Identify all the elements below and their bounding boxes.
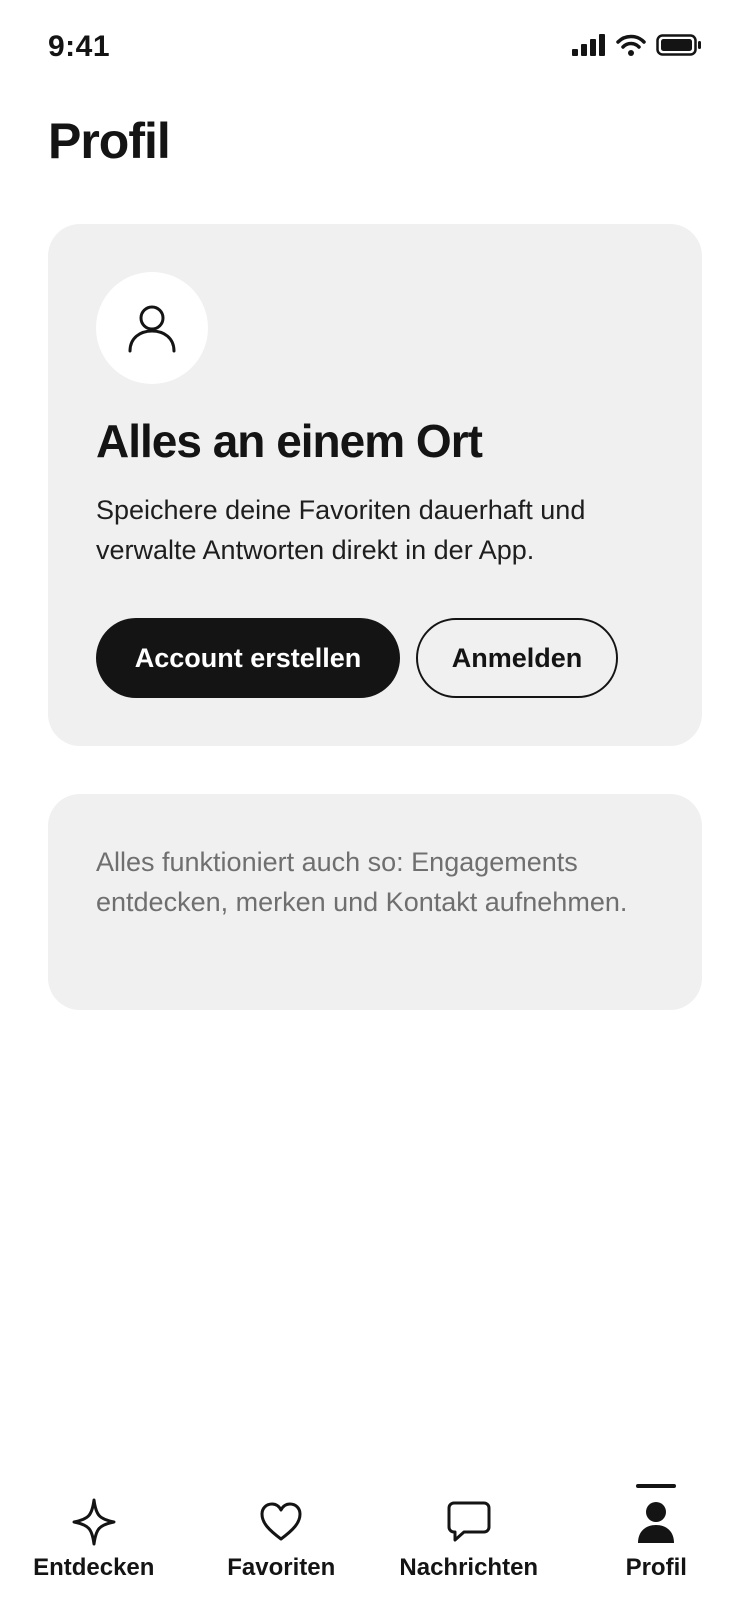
tab-nachrichten[interactable]: Nachrichten	[375, 1470, 563, 1624]
card-description: Speichere deine Favoriten dauerhaft und …	[96, 495, 586, 565]
info-text: Alles funktioniert auch so: Engagements …	[96, 847, 628, 917]
tab-entdecken[interactable]: Entdecken	[0, 1470, 188, 1624]
battery-icon	[656, 34, 701, 56]
profile-screen: 9:41 Profil Alles an einem Ort Speichere…	[0, 0, 750, 1624]
cellular-signal-icon	[572, 34, 605, 56]
login-button[interactable]: Anmelden	[416, 618, 618, 698]
tab-label: Entdecken	[33, 1554, 155, 1581]
sparkle-icon	[71, 1494, 117, 1550]
person-icon	[636, 1494, 676, 1550]
heart-icon	[259, 1494, 303, 1550]
chat-bubble-icon	[446, 1494, 492, 1550]
tab-favoriten[interactable]: Favoriten	[188, 1470, 376, 1624]
status-time: 9:41	[48, 30, 111, 63]
tab-label: Favoriten	[227, 1554, 336, 1581]
person-outline-icon	[128, 305, 176, 353]
card-heading: Alles an einem Ort	[96, 415, 483, 467]
tab-profil[interactable]: Profil	[563, 1470, 750, 1624]
tab-label: Nachrichten	[399, 1554, 539, 1581]
avatar	[96, 272, 208, 384]
tab-label: Profil	[625, 1554, 687, 1581]
status-bar: 9:41	[0, 0, 750, 100]
info-card: Alles funktioniert auch so: Engagements …	[48, 794, 702, 1010]
account-card: Alles an einem Ort Speichere deine Favor…	[48, 224, 702, 746]
status-icons	[572, 34, 702, 56]
page-title: Profil	[48, 113, 171, 169]
create-account-button[interactable]: Account erstellen	[96, 618, 400, 698]
tab-bar: Entdecken Favoriten Nachrichten Profil	[0, 1470, 750, 1624]
active-tab-indicator	[636, 1484, 677, 1488]
wifi-icon	[616, 34, 646, 56]
